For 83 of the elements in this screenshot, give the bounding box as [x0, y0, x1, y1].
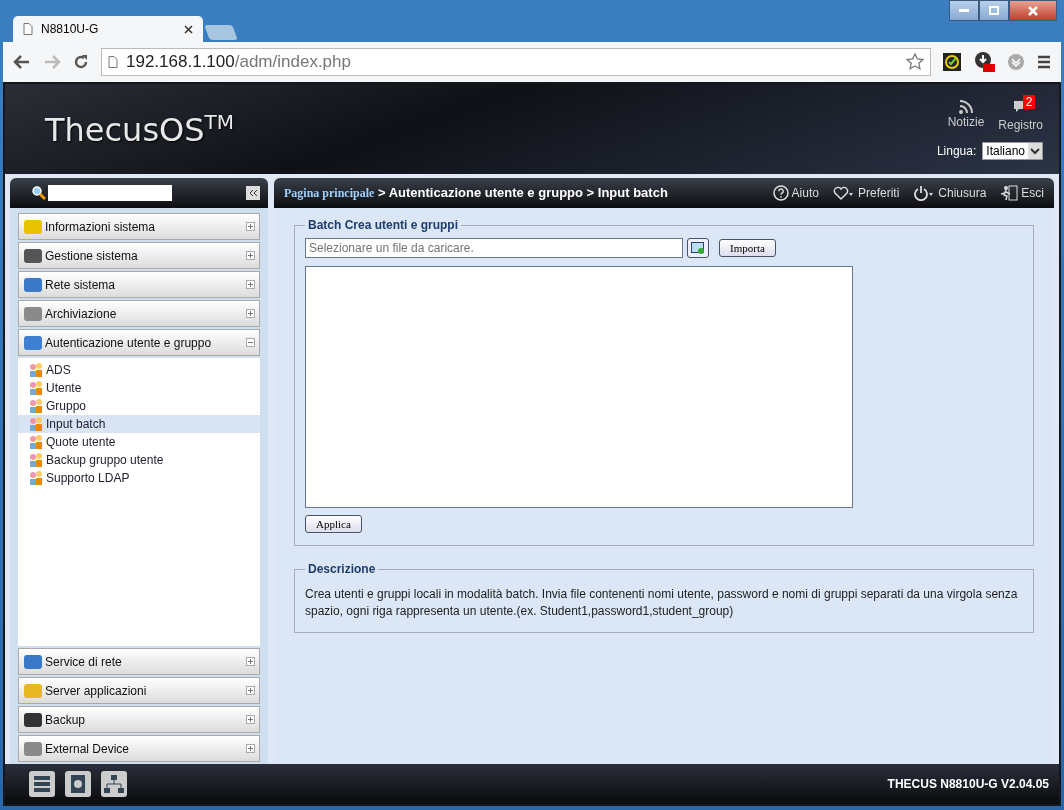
- back-icon[interactable]: [13, 54, 31, 70]
- expand-icon[interactable]: [246, 657, 255, 666]
- minimize-icon: [959, 8, 969, 13]
- description-text: Crea utenti e gruppi locali in modalità batch. Invia file contenenti nomi utente, password e nomi di gruppi separati da una virgola senza spazio, ogni riga rappresenta un utente.(ex. Student1,password1,student_group): [305, 586, 1019, 620]
- rss-icon: [957, 98, 974, 115]
- accordion-header[interactable]: Autenticazione utente e gruppo: [18, 329, 260, 356]
- notification-badge: 2: [1022, 94, 1036, 109]
- close-icon[interactable]: [184, 24, 193, 34]
- search-icon: [32, 186, 46, 200]
- expand-icon[interactable]: [246, 715, 255, 724]
- expand-icon[interactable]: [246, 251, 255, 260]
- double-chevron-icon: [248, 189, 258, 197]
- help-icon: [772, 185, 789, 201]
- tree-item[interactable]: Quote utente: [18, 433, 260, 451]
- tree-item[interactable]: ADS: [18, 361, 260, 379]
- expand-icon[interactable]: [246, 280, 255, 289]
- exit-icon: [1000, 185, 1019, 201]
- tree-item[interactable]: Input batch: [18, 415, 260, 433]
- tree-item[interactable]: Supporto LDAP: [18, 469, 260, 487]
- power-icon: [913, 185, 936, 201]
- accordion-header[interactable]: Service di rete: [18, 648, 260, 675]
- expand-icon[interactable]: [246, 744, 255, 753]
- star-icon[interactable]: [906, 53, 924, 71]
- accordion-header[interactable]: Gestione sistema: [18, 242, 260, 269]
- language-select[interactable]: Italiano: [982, 141, 1043, 160]
- news-button[interactable]: Notizie: [947, 98, 985, 132]
- menu-icon[interactable]: [1037, 55, 1051, 69]
- maximize-button[interactable]: [979, 0, 1009, 21]
- maximize-icon: [989, 6, 999, 15]
- download-icon[interactable]: [973, 51, 995, 73]
- file-path-field[interactable]: Selezionare un file da caricare.: [305, 238, 683, 258]
- apply-button[interactable]: Applica: [305, 515, 362, 533]
- heart-icon: [832, 185, 855, 201]
- caret-icon: [1028, 142, 1042, 159]
- accordion-header[interactable]: External Device: [18, 735, 260, 762]
- chevron-icon[interactable]: [1007, 53, 1025, 71]
- language-label: Lingua:: [936, 143, 977, 158]
- address-bar[interactable]: 192.168.1.100/adm/index.php: [101, 48, 931, 76]
- expand-icon[interactable]: [246, 222, 255, 231]
- close-icon: [1028, 5, 1038, 16]
- users-icon: [28, 452, 44, 468]
- accordion-header[interactable]: Backup: [18, 706, 260, 733]
- accordion-header[interactable]: Server applicazioni: [18, 677, 260, 704]
- expand-icon[interactable]: [246, 309, 255, 318]
- network-icon[interactable]: [101, 771, 127, 797]
- users-icon: [28, 362, 44, 378]
- users-icon: [28, 380, 44, 396]
- expand-icon[interactable]: [246, 686, 255, 695]
- new-tab-button[interactable]: [204, 25, 238, 40]
- users-icon: [28, 416, 44, 432]
- page-icon: [108, 56, 118, 68]
- users-icon: [28, 470, 44, 486]
- panel-title: Batch Crea utenti e gruppi: [307, 218, 460, 232]
- panel-title: Descrizione: [307, 562, 377, 576]
- accordion-header[interactable]: Archiviazione: [18, 300, 260, 327]
- users-icon: [28, 398, 44, 414]
- picture-icon: [691, 242, 705, 254]
- breadcrumb-path: > Autenticazione utente e gruppo > Input batch: [377, 185, 668, 200]
- close-window-button[interactable]: [1009, 0, 1057, 21]
- help-button[interactable]: Aiuto: [772, 185, 819, 201]
- tree-item[interactable]: Gruppo: [18, 397, 260, 415]
- collapse-icon[interactable]: [246, 338, 255, 347]
- logo: ThecusOS$^{TM}$: [45, 109, 235, 149]
- extension-icon[interactable]: [943, 53, 961, 71]
- exit-button[interactable]: Esci: [1000, 185, 1044, 201]
- tree-item[interactable]: Backup gruppo utente: [18, 451, 260, 469]
- server-icon[interactable]: [29, 771, 55, 797]
- browser-tab[interactable]: N8810U-G: [13, 16, 203, 42]
- import-button[interactable]: Importa: [719, 239, 776, 257]
- tree-item[interactable]: Utente: [18, 379, 260, 397]
- accordion-header[interactable]: Rete sistema: [18, 271, 260, 298]
- page-icon: [23, 23, 33, 35]
- search-field[interactable]: [48, 185, 172, 201]
- collapse-button[interactable]: [246, 186, 260, 200]
- power-button[interactable]: Chiusura: [913, 185, 987, 201]
- minimize-button[interactable]: [949, 0, 979, 21]
- favorite-button[interactable]: Preferiti: [832, 185, 900, 201]
- browse-button[interactable]: [687, 238, 709, 258]
- reload-icon[interactable]: [73, 54, 89, 70]
- accordion-header[interactable]: Informazioni sistema: [18, 213, 260, 240]
- users-icon: [28, 434, 44, 450]
- version-text: THECUS N8810U-G V2.04.05: [887, 777, 1049, 791]
- breadcrumb-link[interactable]: Pagina principale: [284, 186, 375, 200]
